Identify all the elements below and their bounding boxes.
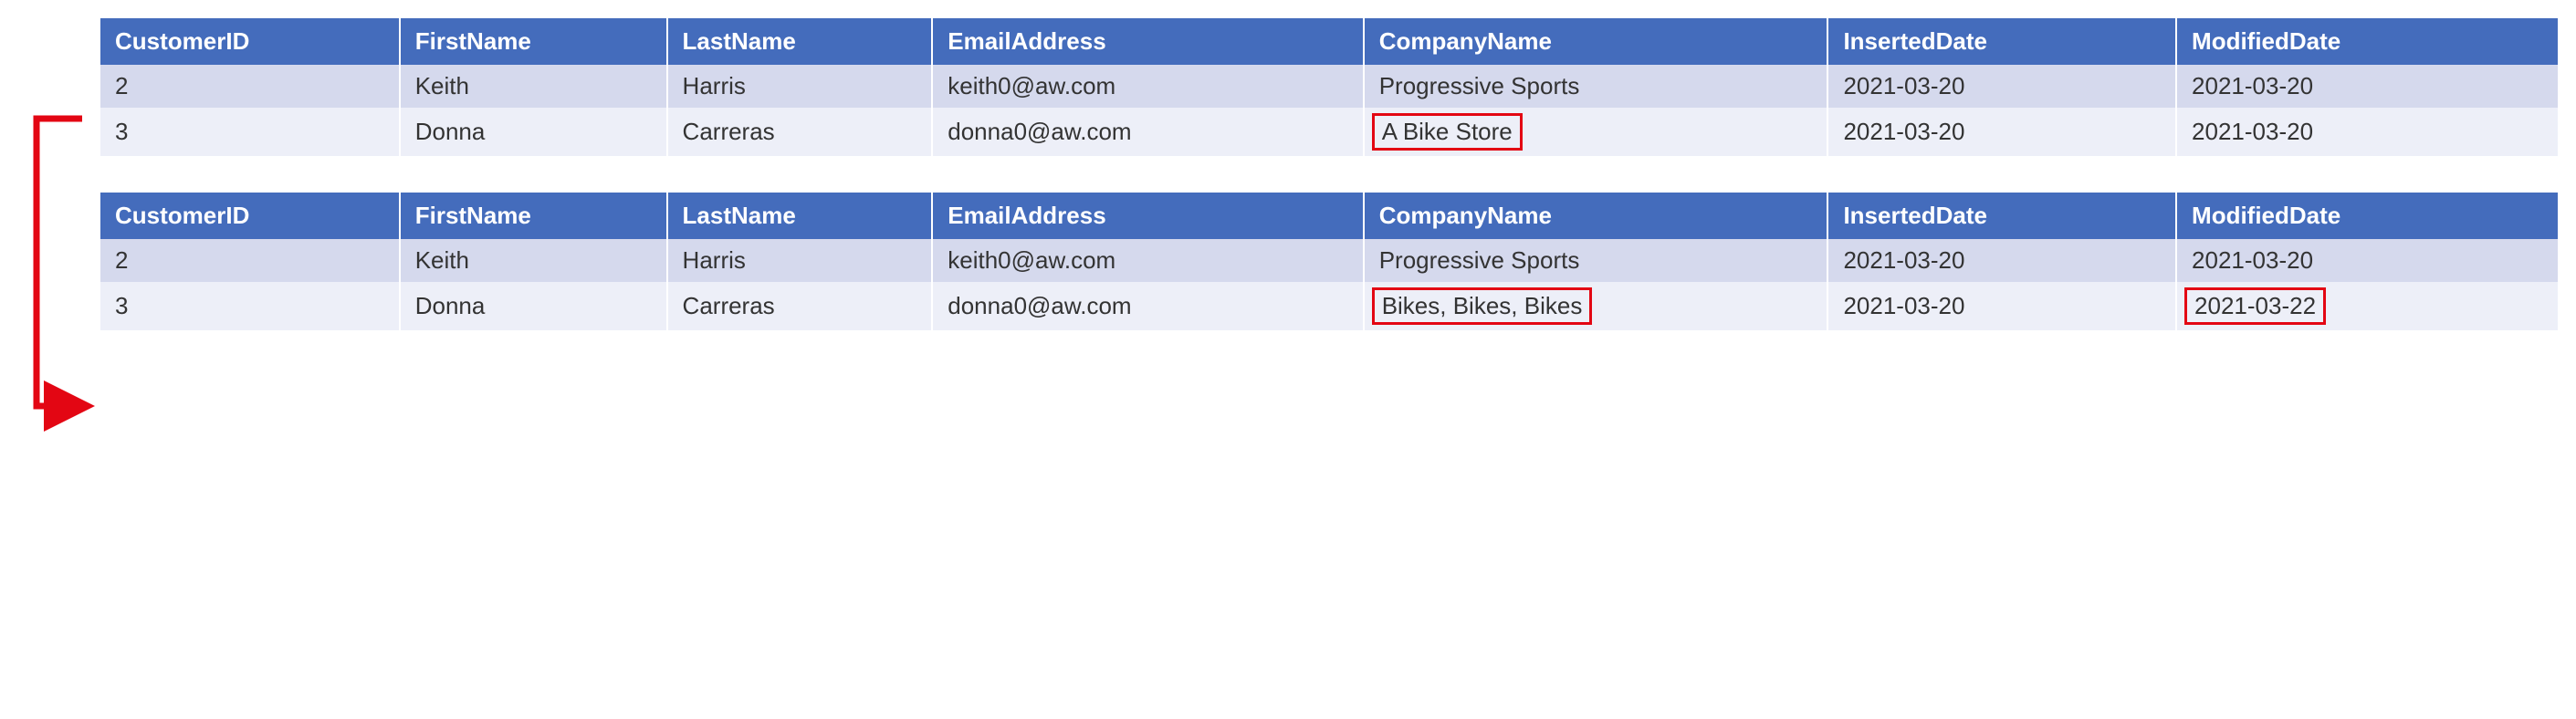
table-row: 2KeithHarriskeith0@aw.comProgressive Spo… [100,239,2558,282]
cell-inserted: 2021-03-20 [1827,108,2176,156]
col-email: EmailAddress [932,18,1363,65]
cell-email: donna0@aw.com [932,282,1363,330]
cell-customer-id: 2 [100,239,400,282]
col-company: CompanyName [1364,193,1828,239]
cell-inserted: 2021-03-20 [1827,239,2176,282]
table-row: 3DonnaCarrerasdonna0@aw.comBikes, Bikes,… [100,282,2558,330]
cell-first-name: Keith [400,65,667,108]
cell-first-name: Donna [400,282,667,330]
cell-modified: 2021-03-20 [2176,108,2558,156]
cell-modified: 2021-03-20 [2176,65,2558,108]
tbody-after: 2KeithHarriskeith0@aw.comProgressive Spo… [100,239,2558,330]
col-last-name: LastName [667,193,933,239]
cell-inserted: 2021-03-20 [1827,65,2176,108]
highlight-box: Bikes, Bikes, Bikes [1372,287,1593,325]
cell-last-name: Carreras [667,108,933,156]
cell-company: Progressive Sports [1364,239,1828,282]
table-row: 3DonnaCarrerasdonna0@aw.comA Bike Store 2… [100,108,2558,156]
cell-email: donna0@aw.com [932,108,1363,156]
highlight-box: 2021-03-22 [2184,287,2326,325]
change-arrow-icon [27,119,100,429]
cell-email: keith0@aw.com [932,239,1363,282]
cell-last-name: Harris [667,65,933,108]
col-inserted: InsertedDate [1827,193,2176,239]
col-customer-id: CustomerID [100,18,400,65]
header-row: CustomerID FirstName LastName EmailAddre… [100,18,2558,65]
col-modified: ModifiedDate [2176,193,2558,239]
table-after: CustomerID FirstName LastName EmailAddre… [100,193,2558,330]
col-modified: ModifiedDate [2176,18,2558,65]
cell-first-name: Donna [400,108,667,156]
col-first-name: FirstName [400,18,667,65]
cell-first-name: Keith [400,239,667,282]
cell-last-name: Harris [667,239,933,282]
cell-customer-id: 3 [100,108,400,156]
col-first-name: FirstName [400,193,667,239]
col-company: CompanyName [1364,18,1828,65]
cell-company: A Bike Store [1364,108,1828,156]
highlight-box: A Bike Store [1372,113,1523,151]
header-row: CustomerID FirstName LastName EmailAddre… [100,193,2558,239]
col-email: EmailAddress [932,193,1363,239]
cell-modified: 2021-03-22 [2176,282,2558,330]
cell-modified: 2021-03-20 [2176,239,2558,282]
tbody-before: 2KeithHarriskeith0@aw.comProgressive Spo… [100,65,2558,156]
cell-company: Progressive Sports [1364,65,1828,108]
cell-last-name: Carreras [667,282,933,330]
table-before: CustomerID FirstName LastName EmailAddre… [100,18,2558,156]
cell-customer-id: 3 [100,282,400,330]
cell-email: keith0@aw.com [932,65,1363,108]
cell-customer-id: 2 [100,65,400,108]
col-customer-id: CustomerID [100,193,400,239]
col-inserted: InsertedDate [1827,18,2176,65]
col-last-name: LastName [667,18,933,65]
cell-company: Bikes, Bikes, Bikes [1364,282,1828,330]
table-row: 2KeithHarriskeith0@aw.comProgressive Spo… [100,65,2558,108]
cell-inserted: 2021-03-20 [1827,282,2176,330]
